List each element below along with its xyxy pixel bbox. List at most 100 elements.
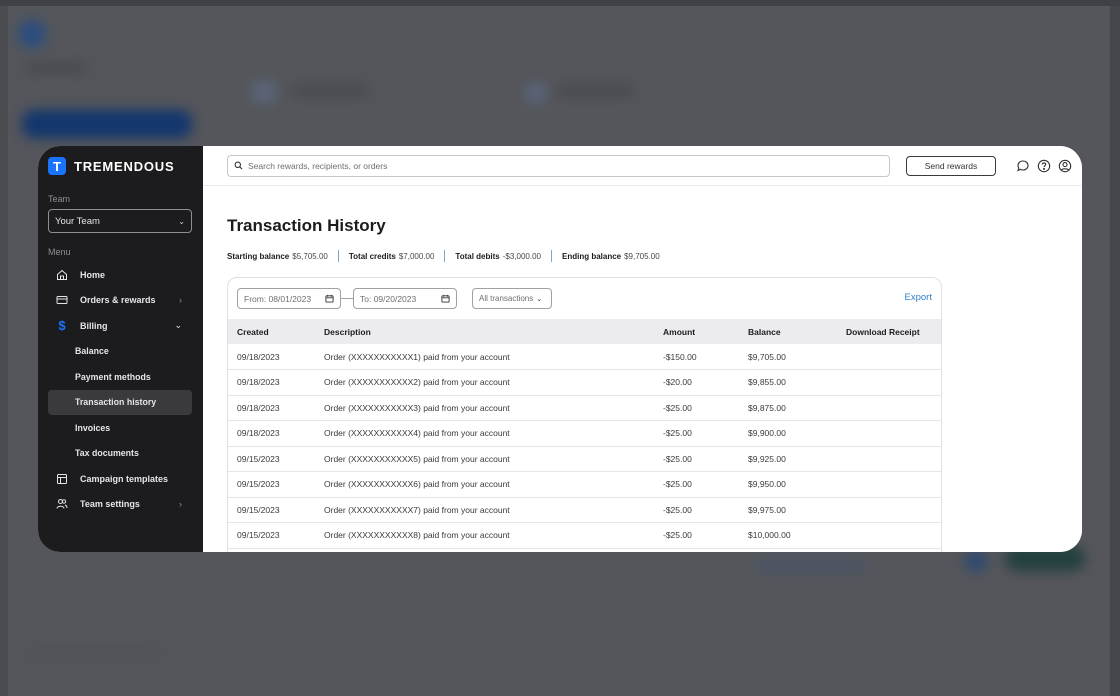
cell-created: 09/18/2023 <box>228 369 324 396</box>
from-date-input[interactable]: From: 08/01/2023 <box>237 288 341 309</box>
table-header-row: Created Description Amount Balance Downl… <box>228 319 941 344</box>
transactions-table: Created Description Amount Balance Downl… <box>228 319 941 549</box>
transaction-type-select[interactable]: All transactions ⌄ <box>472 288 552 309</box>
summary-label: Total debits <box>455 251 500 261</box>
search-input[interactable]: Search rewards, recipients, or orders <box>227 154 890 177</box>
menu-label: Menu <box>48 247 71 257</box>
cell-download-receipt[interactable] <box>846 497 941 523</box>
cell-download-receipt[interactable] <box>846 344 941 370</box>
cell-description: Order (XXXXXXXXXXX1) paid from your acco… <box>324 344 663 370</box>
page-title: Transaction History <box>227 216 386 235</box>
cell-balance: $9,975.00 <box>748 497 846 523</box>
cell-balance: $9,705.00 <box>748 344 846 370</box>
column-header-created[interactable]: Created <box>228 319 324 344</box>
to-date-value: To: 09/20/2023 <box>360 293 417 304</box>
cell-amount: -$20.00 <box>663 369 748 396</box>
column-header-amount[interactable]: Amount <box>663 319 748 344</box>
background-shape <box>26 64 86 72</box>
filters-bar: From: 08/01/2023 To: 09/20/2023 All tran… <box>228 278 941 319</box>
cell-created: 09/18/2023 <box>228 420 324 447</box>
chevron-down-icon: ⌄ <box>178 216 185 226</box>
cell-download-receipt[interactable] <box>846 522 941 549</box>
chevron-down-icon: ⌄ <box>174 320 182 331</box>
cell-created: 09/18/2023 <box>228 395 324 421</box>
cell-amount: -$25.00 <box>663 471 748 498</box>
divider <box>444 250 446 262</box>
table-row[interactable]: 09/15/2023 Order (XXXXXXXXXXX8) paid from… <box>228 522 941 549</box>
cell-description: Order (XXXXXXXXXXX6) paid from your acco… <box>324 471 663 498</box>
table-row[interactable]: 09/18/2023 Order (XXXXXXXXXXX1) paid from… <box>228 344 941 370</box>
from-date-value: From: 08/01/2023 <box>244 293 312 304</box>
sidebar-item-orders-rewards[interactable]: Orders & rewards › <box>48 288 192 314</box>
sidebar-subitem-transaction-history[interactable]: Transaction history <box>48 389 192 415</box>
cell-description: Order (XXXXXXXXXXX2) paid from your acco… <box>324 369 663 396</box>
account-icon[interactable] <box>1058 159 1072 173</box>
cell-created: 09/15/2023 <box>228 497 324 523</box>
column-header-balance[interactable]: Balance <box>748 319 846 344</box>
cell-created: 09/18/2023 <box>228 344 324 370</box>
background-shape <box>525 82 547 104</box>
sidebar-item-home[interactable]: Home <box>48 262 192 288</box>
cell-description: Order (XXXXXXXXXXX5) paid from your acco… <box>324 446 663 472</box>
top-icons <box>1016 159 1072 173</box>
cell-description: Order (XXXXXXXXXXX4) paid from your acco… <box>324 420 663 447</box>
to-date-input[interactable]: To: 09/20/2023 <box>353 288 457 309</box>
sidebar-subitem-balance[interactable]: Balance <box>48 339 192 365</box>
top-bar: Search rewards, recipients, or orders Se… <box>203 146 1082 186</box>
sidebar-item-team-settings[interactable]: Team settings › <box>48 492 192 518</box>
background-edge <box>0 0 1120 6</box>
table-row[interactable]: 09/15/2023 Order (XXXXXXXXXXX5) paid from… <box>228 446 941 472</box>
background-shape <box>22 110 192 138</box>
sidebar-item-label: Home <box>80 269 106 280</box>
background-shape <box>965 550 987 572</box>
background-edge <box>1110 0 1120 696</box>
table-row[interactable]: 09/15/2023 Order (XXXXXXXXXXX6) paid from… <box>228 471 941 498</box>
cell-balance: $9,900.00 <box>748 420 846 447</box>
chevron-right-icon: › <box>179 295 182 306</box>
table-row[interactable]: 09/18/2023 Order (XXXXXXXXXXX4) paid from… <box>228 420 941 447</box>
summary-value: $5,705.00 <box>292 251 328 261</box>
table-row[interactable]: 09/15/2023 Order (XXXXXXXXXXX7) paid from… <box>228 497 941 523</box>
sidebar-subitem-invoices[interactable]: Invoices <box>48 415 192 441</box>
date-range-dash <box>341 298 353 299</box>
background-shape <box>290 86 370 96</box>
cell-description: Order (XXXXXXXXXXX3) paid from your acco… <box>324 395 663 421</box>
cell-download-receipt[interactable] <box>846 471 941 498</box>
brand-name: TREMENDOUS <box>74 158 175 174</box>
background-shape <box>30 650 160 658</box>
table-row[interactable]: 09/18/2023 Order (XXXXXXXXXXX2) paid from… <box>228 369 941 396</box>
chat-icon[interactable] <box>1016 159 1030 173</box>
cell-download-receipt[interactable] <box>846 420 941 447</box>
send-rewards-button[interactable]: Send rewards <box>906 155 996 176</box>
sidebar-subitem-tax-documents[interactable]: Tax documents <box>48 441 192 467</box>
cell-download-receipt[interactable] <box>846 446 941 472</box>
column-header-description[interactable]: Description <box>324 319 663 344</box>
app-window: T TREMENDOUS Team Your Team ⌄ Menu Home … <box>38 146 1082 552</box>
cell-download-receipt[interactable] <box>846 395 941 421</box>
cell-amount: -$25.00 <box>663 446 748 472</box>
team-select[interactable]: Your Team ⌄ <box>48 209 192 233</box>
cell-amount: -$150.00 <box>663 344 748 370</box>
background-shape <box>250 80 278 104</box>
transaction-type-value: All transactions <box>479 294 534 303</box>
background-shape <box>18 20 46 48</box>
cell-download-receipt[interactable] <box>846 369 941 396</box>
help-icon[interactable] <box>1037 159 1051 173</box>
sidebar-subitem-payment-methods[interactable]: Payment methods <box>48 364 192 390</box>
brand[interactable]: T TREMENDOUS <box>48 156 193 176</box>
cell-balance: $10,000.00 <box>748 522 846 549</box>
sidebar-item-billing[interactable]: $ Billing ⌄ <box>48 313 192 339</box>
background-shape <box>555 86 635 96</box>
chevron-down-icon: ⌄ <box>536 295 543 303</box>
table-row[interactable]: 09/18/2023 Order (XXXXXXXXXXX3) paid from… <box>228 395 941 421</box>
summary-label: Starting balance <box>227 251 290 261</box>
cell-amount: -$25.00 <box>663 522 748 549</box>
sidebar: T TREMENDOUS Team Your Team ⌄ Menu Home … <box>38 146 203 552</box>
team-select-value: Your Team <box>55 215 100 227</box>
export-link[interactable]: Export <box>905 292 932 303</box>
cell-description: Order (XXXXXXXXXXX7) paid from your acco… <box>324 497 663 523</box>
background-shape <box>755 560 865 572</box>
column-header-download-receipt[interactable]: Download Receipt <box>846 319 941 344</box>
cell-created: 09/15/2023 <box>228 446 324 472</box>
sidebar-item-campaign-templates[interactable]: Campaign templates <box>48 466 192 492</box>
